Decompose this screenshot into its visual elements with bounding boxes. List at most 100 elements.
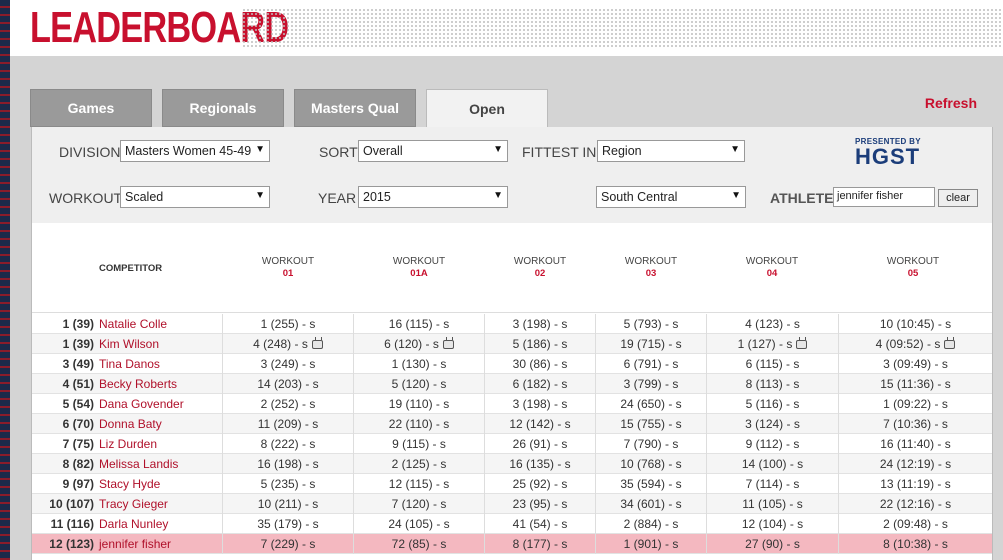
score-cell[interactable]: 14 (203) - s [222, 374, 353, 394]
score-cell[interactable]: 7 (114) - s [706, 474, 838, 494]
table-row[interactable]: 10 (107) Tracy Gieger 10 (211) - s 7 (120) … [32, 494, 992, 514]
score-cell[interactable]: 35 (179) - s [222, 514, 353, 534]
score-cell[interactable]: 1 (127) - s [706, 334, 838, 354]
division-select[interactable]: Masters Women 45-49 ▼ [120, 140, 270, 162]
score-cell[interactable]: 19 (715) - s [595, 334, 706, 354]
score-cell[interactable]: 3 (09:49) - s [838, 354, 992, 374]
score-cell[interactable]: 11 (209) - s [222, 414, 353, 434]
score-cell[interactable]: 5 (186) - s [484, 334, 595, 354]
tab-games[interactable]: Games [30, 89, 152, 127]
score-cell[interactable]: 19 (110) - s [353, 394, 484, 414]
score-cell[interactable]: 12 (115) - s [353, 474, 484, 494]
score-cell[interactable]: 27 (90) - s [706, 534, 838, 554]
score-cell[interactable]: 9 (115) - s [353, 434, 484, 454]
score-cell[interactable]: 15 (11:36) - s [838, 374, 992, 394]
table-row[interactable]: 1 (39) Kim Wilson 4 (248) - s 6 (120) - s 5 … [32, 334, 992, 354]
competitor-name-link[interactable]: Melissa Landis [99, 454, 178, 474]
score-cell[interactable]: 6 (120) - s [353, 334, 484, 354]
score-cell[interactable]: 4 (09:52) - s [838, 334, 992, 354]
score-cell[interactable]: 10 (10:45) - s [838, 314, 992, 334]
score-cell[interactable]: 22 (110) - s [353, 414, 484, 434]
score-cell[interactable]: 16 (115) - s [353, 314, 484, 334]
table-row[interactable]: 4 (51) Becky Roberts 14 (203) - s 5 (120) -… [32, 374, 992, 394]
video-icon[interactable] [311, 340, 323, 349]
score-cell[interactable]: 11 (105) - s [706, 494, 838, 514]
score-cell[interactable]: 16 (11:40) - s [838, 434, 992, 454]
score-cell[interactable]: 8 (113) - s [706, 374, 838, 394]
competitor-name-link[interactable]: Becky Roberts [99, 374, 177, 394]
table-row[interactable]: 12 (123) jennifer fisher 7 (229) - s 72 (85… [32, 534, 992, 554]
score-cell[interactable]: 2 (884) - s [595, 514, 706, 534]
table-row[interactable]: 11 (116) Darla Nunley 35 (179) - s 24 (105)… [32, 514, 992, 534]
score-cell[interactable]: 2 (125) - s [353, 454, 484, 474]
competitor-name-link[interactable]: Darla Nunley [99, 514, 168, 534]
score-cell[interactable]: 24 (105) - s [353, 514, 484, 534]
table-row[interactable]: 3 (49) Tina Danos 3 (249) - s 1 (130) - s 30… [32, 354, 992, 374]
video-icon[interactable] [796, 340, 808, 349]
score-cell[interactable]: 10 (211) - s [222, 494, 353, 514]
score-cell[interactable]: 4 (248) - s [222, 334, 353, 354]
workout-04-header[interactable]: WORKOUT 04 [712, 256, 832, 279]
score-cell[interactable]: 8 (177) - s [484, 534, 595, 554]
workout-05-header[interactable]: WORKOUT 05 [853, 256, 973, 279]
workout-02-header[interactable]: WORKOUT 02 [480, 256, 600, 279]
score-cell[interactable]: 16 (198) - s [222, 454, 353, 474]
score-cell[interactable]: 30 (86) - s [484, 354, 595, 374]
score-cell[interactable]: 24 (650) - s [595, 394, 706, 414]
score-cell[interactable]: 8 (10:38) - s [838, 534, 992, 554]
score-cell[interactable]: 6 (115) - s [706, 354, 838, 374]
score-cell[interactable]: 26 (91) - s [484, 434, 595, 454]
competitor-name-link[interactable]: Natalie Colle [99, 314, 167, 334]
workout-select[interactable]: Scaled ▼ [120, 186, 270, 208]
workout-01-header[interactable]: WORKOUT 01 [228, 256, 348, 279]
clear-button[interactable]: clear [938, 189, 978, 207]
score-cell[interactable]: 14 (100) - s [706, 454, 838, 474]
video-icon[interactable] [944, 340, 956, 349]
score-cell[interactable]: 24 (12:19) - s [838, 454, 992, 474]
score-cell[interactable]: 3 (124) - s [706, 414, 838, 434]
score-cell[interactable]: 7 (790) - s [595, 434, 706, 454]
score-cell[interactable]: 8 (222) - s [222, 434, 353, 454]
score-cell[interactable]: 1 (09:22) - s [838, 394, 992, 414]
tab-open[interactable]: Open [426, 89, 548, 128]
score-cell[interactable]: 23 (95) - s [484, 494, 595, 514]
score-cell[interactable]: 3 (198) - s [484, 394, 595, 414]
score-cell[interactable]: 5 (116) - s [706, 394, 838, 414]
score-cell[interactable]: 3 (799) - s [595, 374, 706, 394]
score-cell[interactable]: 7 (229) - s [222, 534, 353, 554]
refresh-link[interactable]: Refresh [925, 95, 977, 111]
competitor-name-link[interactable]: Liz Durden [99, 434, 157, 454]
table-row[interactable]: 6 (70) Donna Baty 11 (209) - s 22 (110) - s… [32, 414, 992, 434]
competitor-name-link[interactable]: Kim Wilson [99, 334, 159, 354]
workout-01a-header[interactable]: WORKOUT 01A [359, 256, 479, 279]
score-cell[interactable]: 25 (92) - s [484, 474, 595, 494]
score-cell[interactable]: 3 (198) - s [484, 314, 595, 334]
score-cell[interactable]: 13 (11:19) - s [838, 474, 992, 494]
video-icon[interactable] [442, 340, 454, 349]
score-cell[interactable]: 9 (112) - s [706, 434, 838, 454]
table-row[interactable]: 9 (97) Stacy Hyde 5 (235) - s 12 (115) - s 2… [32, 474, 992, 494]
score-cell[interactable]: 5 (235) - s [222, 474, 353, 494]
score-cell[interactable]: 2 (09:48) - s [838, 514, 992, 534]
competitor-name-link[interactable]: Stacy Hyde [99, 474, 160, 494]
tab-masters-qual[interactable]: Masters Qual [294, 89, 416, 127]
workout-03-header[interactable]: WORKOUT 03 [591, 256, 711, 279]
score-cell[interactable]: 6 (791) - s [595, 354, 706, 374]
region-select[interactable]: South Central ▼ [596, 186, 746, 208]
score-cell[interactable]: 1 (255) - s [222, 314, 353, 334]
tab-regionals[interactable]: Regionals [162, 89, 284, 127]
score-cell[interactable]: 6 (182) - s [484, 374, 595, 394]
score-cell[interactable]: 2 (252) - s [222, 394, 353, 414]
score-cell[interactable]: 15 (755) - s [595, 414, 706, 434]
score-cell[interactable]: 34 (601) - s [595, 494, 706, 514]
score-cell[interactable]: 12 (142) - s [484, 414, 595, 434]
competitor-name-link[interactable]: Dana Govender [99, 394, 184, 414]
competitor-name-link[interactable]: Tina Danos [99, 354, 160, 374]
score-cell[interactable]: 16 (135) - s [484, 454, 595, 474]
score-cell[interactable]: 10 (768) - s [595, 454, 706, 474]
score-cell[interactable]: 41 (54) - s [484, 514, 595, 534]
competitor-name-link[interactable]: Donna Baty [99, 414, 162, 434]
competitor-name-link[interactable]: Tracy Gieger [99, 494, 168, 514]
score-cell[interactable]: 1 (901) - s [595, 534, 706, 554]
table-row[interactable]: 1 (39) Natalie Colle 1 (255) - s 16 (115) -… [32, 314, 992, 334]
